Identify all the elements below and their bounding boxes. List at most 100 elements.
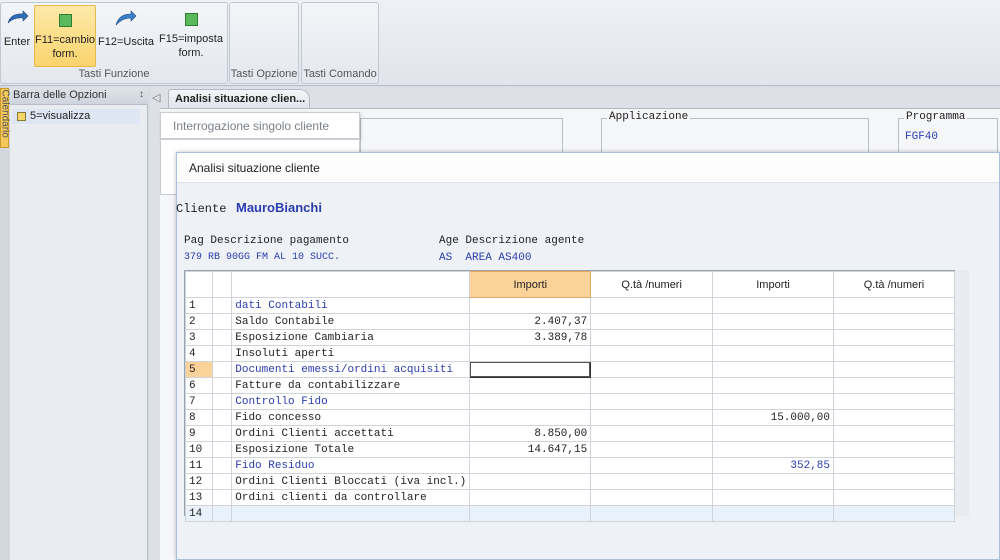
qta-numeri-2-cell[interactable] <box>833 329 955 346</box>
table-row[interactable]: 6 Fatture da contabilizzare <box>185 377 955 394</box>
importi-2-cell[interactable] <box>712 441 835 458</box>
table-row[interactable]: 7 Controllo Fido <box>185 393 955 410</box>
qta-numeri-cell[interactable] <box>590 377 714 394</box>
importi-cell[interactable] <box>469 505 592 522</box>
importi-2-cell[interactable] <box>712 393 835 410</box>
qta-numeri-2-cell[interactable] <box>833 441 955 458</box>
table-row[interactable]: 10 Esposizione Totale 14.647,15 <box>185 441 955 458</box>
table-row[interactable]: 9 Ordini Clienti accettati 8.850,00 <box>185 425 955 442</box>
importi-cell[interactable] <box>469 489 592 506</box>
importi-cell[interactable] <box>469 377 592 394</box>
qta-numeri-2-cell[interactable] <box>833 377 955 394</box>
qta-numeri-2-cell[interactable] <box>833 409 955 426</box>
column-header-qta-numeri[interactable]: Q.tà /numeri <box>590 271 714 298</box>
description-cell[interactable]: Ordini Clienti Bloccati (iva incl.) <box>231 473 471 490</box>
description-cell[interactable]: Esposizione Cambiaria <box>231 329 471 346</box>
importi-2-cell[interactable] <box>712 313 835 330</box>
programma-legend: Programma <box>904 111 968 123</box>
description-cell[interactable]: Ordini clienti da controllare <box>231 489 471 506</box>
column-header-importi[interactable]: Importi <box>469 271 592 298</box>
description-cell[interactable]: Fatture da contabilizzare <box>231 377 471 394</box>
importi-cell[interactable] <box>469 345 592 362</box>
table-row[interactable]: 5 Documenti emessi/ordini acquisiti <box>185 361 955 378</box>
qta-numeri-cell[interactable] <box>590 505 714 522</box>
importi-cell[interactable]: 8.850,00 <box>469 425 592 442</box>
qta-numeri-cell[interactable] <box>590 329 714 346</box>
table-row[interactable]: 4 Insoluti aperti <box>185 345 955 362</box>
qta-numeri-2-cell[interactable] <box>833 425 955 442</box>
option-item-visualizza[interactable]: 5=visualizza <box>12 109 140 124</box>
column-header-qta-numeri-2[interactable]: Q.tà /numeri <box>833 271 955 298</box>
qta-numeri-cell[interactable] <box>590 441 714 458</box>
importi-2-cell[interactable] <box>712 345 835 362</box>
description-cell[interactable]: Controllo Fido <box>231 393 471 410</box>
qta-numeri-cell[interactable] <box>590 393 714 410</box>
f11-cambio-form-button[interactable]: F11=cambio form. <box>34 5 96 67</box>
importi-cell[interactable]: 3.389,78 <box>469 329 592 346</box>
description-cell[interactable]: Fido Residuo <box>231 457 471 474</box>
qta-numeri-cell[interactable] <box>590 457 714 474</box>
qta-numeri-cell[interactable] <box>590 361 714 378</box>
description-cell[interactable]: Saldo Contabile <box>231 313 471 330</box>
table-row[interactable]: 1 dati Contabili <box>185 297 955 314</box>
importi-cell[interactable] <box>469 297 592 314</box>
qta-numeri-2-cell[interactable] <box>833 457 955 474</box>
table-row[interactable]: 3 Esposizione Cambiaria 3.389,78 <box>185 329 955 346</box>
description-cell[interactable]: Insoluti aperti <box>231 345 471 362</box>
table-row[interactable]: 2 Saldo Contabile 2.407,37 <box>185 313 955 330</box>
qta-numeri-2-cell[interactable] <box>833 473 955 490</box>
importi-cell[interactable] <box>469 473 592 490</box>
qta-numeri-2-cell[interactable] <box>833 345 955 362</box>
importi-2-cell[interactable] <box>712 425 835 442</box>
qta-numeri-2-cell[interactable] <box>833 313 955 330</box>
importi-cell[interactable] <box>469 409 592 426</box>
qta-numeri-2-cell[interactable] <box>833 489 955 506</box>
importi-2-cell[interactable] <box>712 505 835 522</box>
importi-2-cell[interactable] <box>712 473 835 490</box>
description-cell[interactable]: Ordini Clienti accettati <box>231 425 471 442</box>
tab-analisi-situazione[interactable]: Analisi situazione clien... <box>168 89 310 109</box>
tasti-opzione-group: Tasti Opzione <box>229 2 299 84</box>
description-cell[interactable]: Documenti emessi/ordini acquisiti <box>231 361 471 378</box>
qta-numeri-2-cell[interactable] <box>833 297 955 314</box>
description-cell[interactable]: dati Contabili <box>231 297 471 314</box>
qta-numeri-cell[interactable] <box>590 313 714 330</box>
qta-numeri-cell[interactable] <box>590 425 714 442</box>
importi-2-cell[interactable] <box>712 329 835 346</box>
importi-cell[interactable]: 14.647,15 <box>469 441 592 458</box>
importi-cell[interactable] <box>469 393 592 410</box>
f12-uscita-button[interactable]: F12=Uscita <box>97 5 155 67</box>
importi-cell[interactable] <box>469 457 592 474</box>
qta-numeri-cell[interactable] <box>590 409 714 426</box>
importi-2-cell[interactable] <box>712 377 835 394</box>
qta-numeri-cell[interactable] <box>590 297 714 314</box>
importi-2-cell[interactable]: 352,85 <box>712 457 835 474</box>
qta-numeri-2-cell[interactable] <box>833 361 955 378</box>
description-cell[interactable]: Esposizione Totale <box>231 441 471 458</box>
table-row[interactable]: 12 Ordini Clienti Bloccati (iva incl.) <box>185 473 955 490</box>
description-cell[interactable] <box>231 505 471 522</box>
qta-numeri-cell[interactable] <box>590 345 714 362</box>
table-row[interactable]: 13 Ordini clienti da controllare <box>185 489 955 506</box>
importi-2-cell[interactable]: 15.000,00 <box>712 409 835 426</box>
qta-numeri-cell[interactable] <box>590 473 714 490</box>
importi-2-cell[interactable] <box>712 297 835 314</box>
calendario-side-tab[interactable]: Calendario <box>0 88 11 148</box>
table-row[interactable]: 11 Fido Residuo 352,85 <box>185 457 955 474</box>
qta-numeri-2-cell[interactable] <box>833 393 955 410</box>
column-header-importi-2[interactable]: Importi <box>712 271 835 298</box>
pin-icon[interactable]: ↕ <box>139 89 144 100</box>
tab-scroll-left-icon[interactable]: ◁ <box>152 91 160 104</box>
qta-numeri-2-cell[interactable] <box>833 505 955 522</box>
qta-numeri-cell[interactable] <box>590 489 714 506</box>
enter-button[interactable]: Enter <box>1 5 33 67</box>
description-cell[interactable]: Fido concesso <box>231 409 471 426</box>
table-row[interactable]: 8 Fido concesso 15.000,00 <box>185 409 955 426</box>
importi-2-cell[interactable] <box>712 361 835 378</box>
f15-imposta-form-button[interactable]: F15=imposta form. <box>156 5 226 67</box>
importi-cell[interactable] <box>469 361 592 378</box>
importi-cell[interactable]: 2.407,37 <box>469 313 592 330</box>
menu-item-interrogazione[interactable]: Interrogazione singolo cliente <box>173 119 329 133</box>
table-row[interactable]: 14 <box>185 505 955 522</box>
importi-2-cell[interactable] <box>712 489 835 506</box>
